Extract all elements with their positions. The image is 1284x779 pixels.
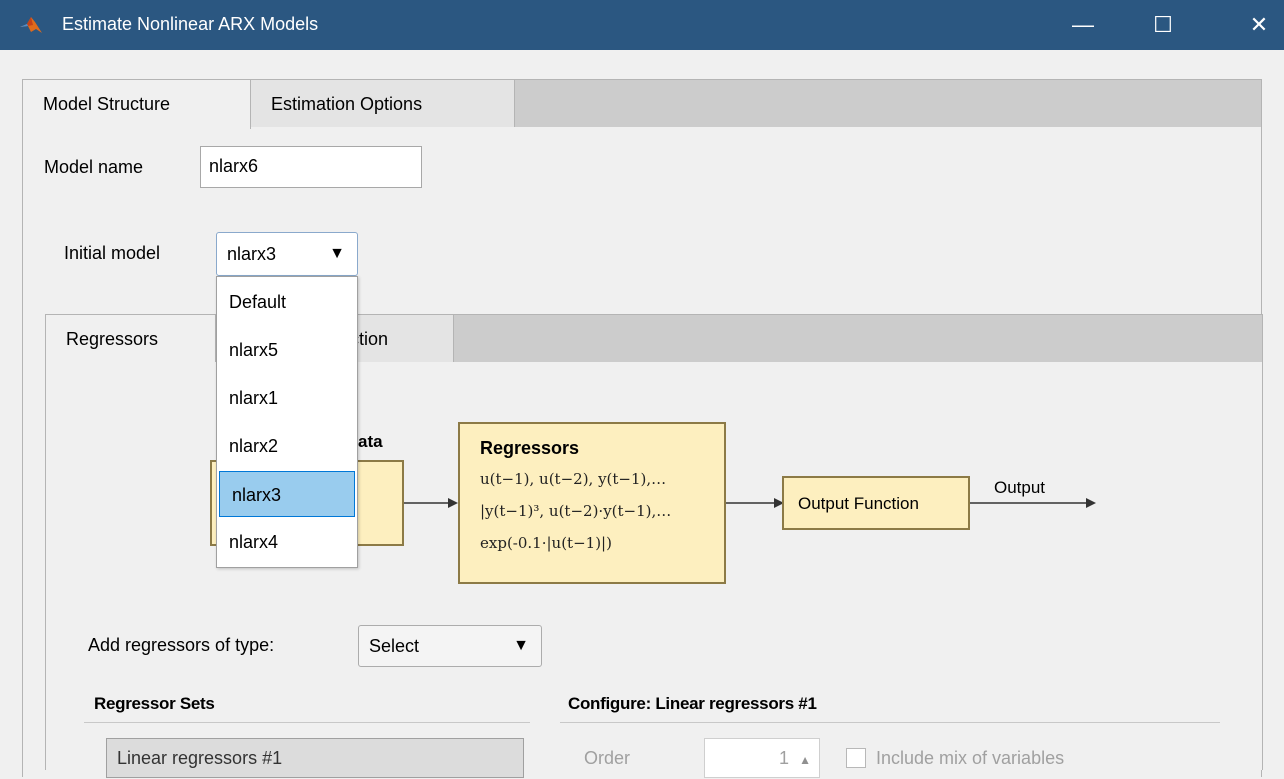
window-title: Estimate Nonlinear ARX Models [62, 14, 319, 34]
maximize-button[interactable]: ☐ [1140, 0, 1186, 50]
chevron-down-icon: ▼ [329, 245, 345, 262]
configure-rule [560, 722, 1220, 723]
regressor-sets-list[interactable]: Linear regressors #1 [106, 738, 524, 778]
tab-estimation-options[interactable]: Estimation Options [251, 80, 515, 128]
order-spinner[interactable]: 1 ▲ [704, 738, 820, 778]
chevron-down-icon: ▼ [513, 637, 529, 654]
include-mix-checkbox[interactable] [846, 748, 866, 768]
option-nlarx4[interactable]: nlarx4 [217, 519, 357, 565]
order-value: 1 [778, 748, 789, 768]
regressors-block-title: Regressors [480, 438, 580, 458]
regressor-sets-rule [84, 722, 530, 723]
regressor-sets-header: Regressor Sets [94, 694, 215, 713]
configure-header: Configure: Linear regressors #1 [568, 694, 817, 713]
output-function-block: Output Function [782, 476, 970, 530]
regressors-block-line-1: u(t−1), u(t−2), y(t−1),… [480, 470, 667, 488]
option-default[interactable]: Default [217, 279, 357, 325]
close-button[interactable]: ✕ [1236, 0, 1282, 50]
model-name-input[interactable]: nlarx6 [200, 146, 422, 188]
regressors-block-line-2: |y(t−1)³, u(t−2)·y(t−1),… [480, 502, 672, 520]
dialog-client-area: Model Structure Estimation Options Model… [0, 50, 1284, 778]
main-tabstrip: Model Structure Estimation Options [22, 79, 1262, 129]
matlab-logo-icon [20, 17, 42, 33]
regressors-block-line-3: exp(-0.1·|u(t−1)|) [480, 534, 612, 552]
initial-model-selected: nlarx3 [227, 244, 277, 264]
minimize-button[interactable]: — [1060, 0, 1106, 50]
option-nlarx1[interactable]: nlarx1 [217, 375, 357, 421]
add-regressors-dropdown[interactable]: Select ▼ [358, 625, 542, 667]
data-block-title-partial: ata [358, 432, 383, 451]
initial-model-options-list: Default nlarx5 nlarx1 nlarx2 nlarx3 nlar… [216, 276, 358, 568]
tab-model-structure[interactable]: Model Structure [23, 80, 251, 129]
order-label: Order [584, 748, 631, 768]
list-item[interactable]: Linear regressors #1 [117, 748, 282, 768]
option-nlarx5[interactable]: nlarx5 [217, 327, 357, 373]
tab-regressors[interactable]: Regressors [46, 315, 216, 364]
initial-model-dropdown[interactable]: nlarx3 ▼ [216, 232, 358, 276]
output-function-block-label: Output Function [798, 494, 919, 513]
add-regressors-selected: Select [369, 636, 420, 656]
option-nlarx2[interactable]: nlarx2 [217, 423, 357, 469]
output-label: Output [994, 478, 1046, 497]
initial-model-label: Initial model [64, 243, 161, 263]
include-mix-label: Include mix of variables [876, 748, 1065, 768]
add-regressors-label: Add regressors of type: [88, 635, 275, 655]
title-bar: Estimate Nonlinear ARX Models — ☐ ✕ [0, 0, 1284, 50]
model-name-label: Model name [44, 157, 144, 177]
option-nlarx3[interactable]: nlarx3 [219, 471, 355, 517]
spinner-up-icon[interactable]: ▲ [799, 741, 811, 779]
regressors-block: Regressors u(t−1), u(t−2), y(t−1),… |y(t… [458, 422, 726, 584]
